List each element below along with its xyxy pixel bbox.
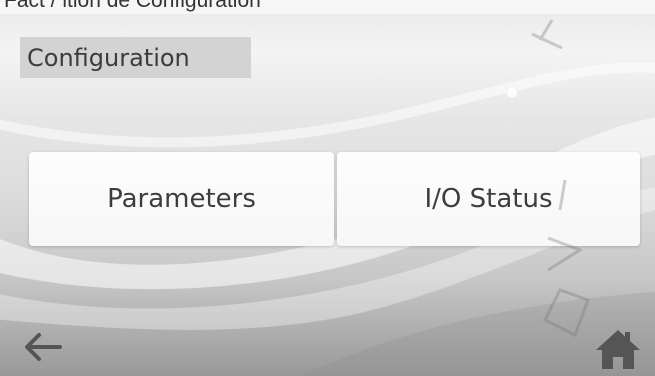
configuration-screen: Fact / ition de Configuration Configurat… (0, 0, 655, 376)
watermark-graphic (507, 19, 590, 338)
